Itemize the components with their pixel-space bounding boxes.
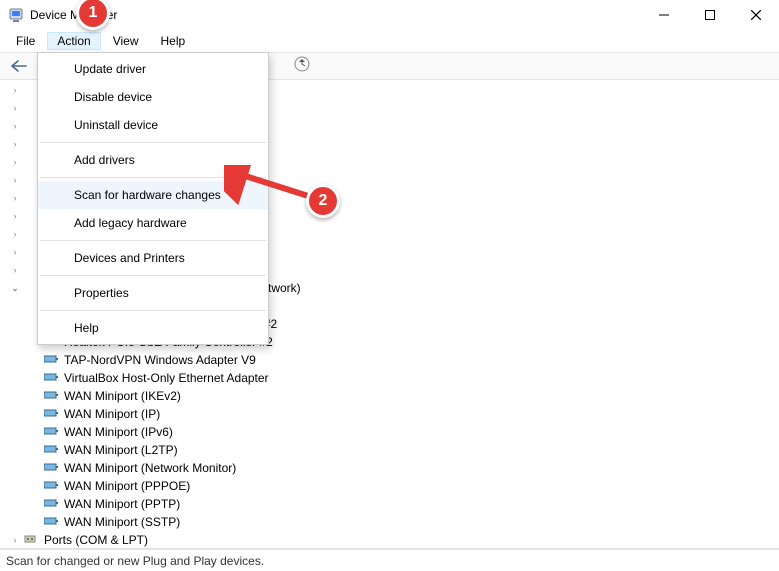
tree-item[interactable]: WAN Miniport (IP) (0, 405, 779, 423)
network-adapter-icon (44, 389, 60, 403)
network-adapter-icon (44, 371, 60, 385)
ports-icon (24, 533, 40, 547)
close-button[interactable] (733, 0, 779, 30)
menu-bar: File Action View Help (0, 30, 779, 52)
tree-item[interactable]: WAN Miniport (IPv6) (0, 423, 779, 441)
menu-uninstall-device[interactable]: Uninstall device (38, 111, 268, 139)
network-adapter-icon (44, 461, 60, 475)
tree-item[interactable]: WAN Miniport (PPPOE) (0, 477, 779, 495)
category-label-partial: twork) (268, 281, 301, 295)
menu-file[interactable]: File (6, 32, 45, 50)
menu-devices-and-printers[interactable]: Devices and Printers (38, 244, 268, 272)
tree-item-label: WAN Miniport (L2TP) (64, 443, 178, 457)
tree-item-label: TAP-NordVPN Windows Adapter V9 (64, 353, 256, 367)
menu-help[interactable]: Help (151, 32, 196, 50)
network-adapter-icon (44, 443, 60, 457)
menu-update-driver[interactable]: Update driver (38, 55, 268, 83)
tree-item[interactable]: WAN Miniport (Network Monitor) (0, 459, 779, 477)
tree-item[interactable]: TAP-NordVPN Windows Adapter V9 (0, 351, 779, 369)
tree-category-ports[interactable]: › Ports (COM & LPT) (0, 531, 779, 549)
tree-item[interactable]: WAN Miniport (L2TP) (0, 441, 779, 459)
tree-item[interactable]: WAN Miniport (PPTP) (0, 495, 779, 513)
status-bar: Scan for changed or new Plug and Play de… (0, 549, 779, 571)
window-controls (641, 0, 779, 30)
app-icon (8, 7, 24, 23)
toolbar-back-icon[interactable] (10, 59, 28, 73)
tree-item-label: WAN Miniport (PPPOE) (64, 479, 190, 493)
menu-disable-device[interactable]: Disable device (38, 83, 268, 111)
tree-item[interactable]: VirtualBox Host-Only Ethernet Adapter (0, 369, 779, 387)
category-label: Ports (COM & LPT) (44, 533, 148, 547)
network-adapter-icon (44, 515, 60, 529)
network-adapter-icon (44, 479, 60, 493)
tree-item-label: WAN Miniport (IP) (64, 407, 160, 421)
tree-item-label: WAN Miniport (SSTP) (64, 515, 180, 529)
menu-help-item[interactable]: Help (38, 314, 268, 342)
title-bar: Device Manager (0, 0, 779, 30)
tree-item[interactable]: WAN Miniport (IKEv2) (0, 387, 779, 405)
tree-item-label: WAN Miniport (PPTP) (64, 497, 180, 511)
maximize-button[interactable] (687, 0, 733, 30)
network-adapter-icon (44, 353, 60, 367)
tree-item-label: WAN Miniport (Network Monitor) (64, 461, 236, 475)
menu-view[interactable]: View (103, 32, 149, 50)
tree-item-label: WAN Miniport (IKEv2) (64, 389, 181, 403)
status-text: Scan for changed or new Plug and Play de… (6, 554, 264, 568)
tree-item-label: VirtualBox Host-Only Ethernet Adapter (64, 371, 269, 385)
network-adapter-icon (44, 407, 60, 421)
network-adapter-icon (44, 425, 60, 439)
menu-action[interactable]: Action (47, 32, 100, 50)
network-adapter-icon (44, 497, 60, 511)
tree-item-label: WAN Miniport (IPv6) (64, 425, 173, 439)
minimize-button[interactable] (641, 0, 687, 30)
toolbar-refresh-icon[interactable] (293, 55, 311, 78)
menu-properties[interactable]: Properties (38, 279, 268, 307)
annotation-callout-2: 2 (306, 184, 340, 218)
tree-item[interactable]: WAN Miniport (SSTP) (0, 513, 779, 531)
